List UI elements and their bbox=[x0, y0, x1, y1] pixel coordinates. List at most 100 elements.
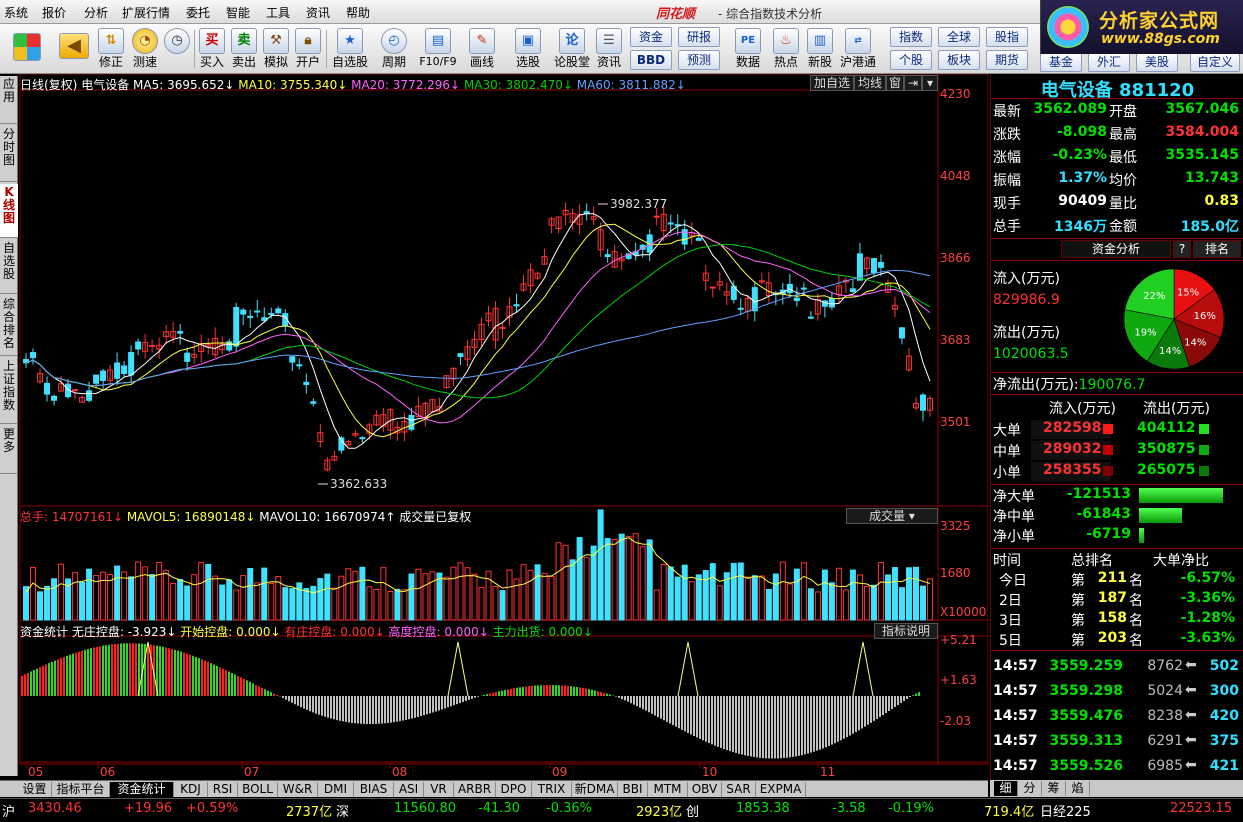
news-button[interactable]: ☰ 资讯 bbox=[594, 27, 624, 71]
quote-label: 均价 bbox=[1109, 173, 1137, 189]
flow-label: 大单 bbox=[993, 423, 1021, 439]
index-button[interactable]: 指数 bbox=[890, 27, 932, 47]
volume-bar bbox=[800, 562, 807, 621]
indicator-tab[interactable]: TRIX bbox=[532, 782, 572, 797]
indicator-tab[interactable]: EXPMA bbox=[756, 782, 806, 797]
futures-button[interactable]: 期货 bbox=[986, 50, 1028, 70]
menu-analysis[interactable]: 分析 bbox=[84, 4, 108, 21]
ma-toggle-button[interactable]: 均线 bbox=[854, 75, 886, 91]
panel-tab[interactable]: 焰 bbox=[1066, 781, 1090, 796]
candle-body bbox=[870, 258, 877, 274]
us-stocks-button[interactable]: 美股 bbox=[1136, 52, 1178, 72]
menu-smart[interactable]: 智能 bbox=[226, 4, 250, 21]
open-account-button[interactable]: 🔒︎ 开户 bbox=[294, 27, 322, 71]
tab-watchlist[interactable]: 自选股 bbox=[0, 240, 18, 294]
back-arrow-icon: ◀ bbox=[59, 33, 89, 59]
indicator-tab[interactable]: BOLL bbox=[238, 782, 278, 797]
hk-connect-icon: ⇄ bbox=[845, 28, 871, 54]
custom-button[interactable]: 自定义 bbox=[1190, 52, 1240, 72]
tab-apps[interactable]: 应用 bbox=[0, 76, 18, 124]
indicator-tab[interactable]: W&R bbox=[278, 782, 318, 797]
draw-line-button[interactable]: ✎ 画线 bbox=[462, 27, 502, 71]
header-dropdown-icon[interactable]: ▾ bbox=[922, 75, 938, 91]
price-tick-label: 4048 bbox=[940, 169, 971, 183]
window-button[interactable]: 窗 bbox=[886, 75, 904, 91]
menu-system[interactable]: 系统 bbox=[4, 4, 28, 21]
buy-button[interactable]: 买 买入 bbox=[198, 27, 226, 71]
indicator-tab[interactable]: DPO bbox=[496, 782, 532, 797]
indicator-tab[interactable]: MTM bbox=[648, 782, 688, 797]
menu-order[interactable]: 委托 bbox=[186, 4, 210, 21]
indicator-tab[interactable]: 资金统计 bbox=[110, 782, 174, 797]
back-button[interactable]: ◀ bbox=[56, 27, 92, 71]
indicator-tab[interactable]: DMI bbox=[318, 782, 354, 797]
forex-button[interactable]: 外汇 bbox=[1088, 52, 1130, 72]
volume-bar bbox=[555, 542, 562, 621]
single-stock-button[interactable]: 个股 bbox=[890, 50, 932, 70]
hotspot-button[interactable]: ♨ 热点 bbox=[768, 27, 804, 71]
pie-label: 14% bbox=[1159, 346, 1181, 357]
indicator-tab[interactable]: 新DMA bbox=[572, 782, 618, 797]
menu-quote[interactable]: 报价 bbox=[42, 4, 66, 21]
period-button[interactable]: ◴ 周期 bbox=[374, 27, 414, 71]
indicator-tab[interactable]: 指标平台 bbox=[52, 782, 110, 797]
f10-button[interactable]: ▤ F10/F9 bbox=[418, 27, 458, 71]
indicator-tab[interactable]: VR bbox=[424, 782, 454, 797]
global-button[interactable]: 全球 bbox=[938, 27, 980, 47]
tab-kline[interactable]: K线图 bbox=[0, 184, 18, 238]
stock-picker-button[interactable]: ▣ 选股 bbox=[508, 27, 548, 71]
indicator-tab[interactable]: RSI bbox=[208, 782, 238, 797]
indicator-tab[interactable]: ASI bbox=[394, 782, 424, 797]
sector-button[interactable]: 板块 bbox=[938, 50, 980, 70]
panel-tab[interactable]: 筹 bbox=[1042, 781, 1066, 796]
add-watchlist-button[interactable]: 加自选 bbox=[810, 75, 854, 91]
tab-more[interactable]: 更多 bbox=[0, 426, 18, 474]
volume-bar bbox=[744, 576, 751, 621]
simulate-button[interactable]: ⚒ 模拟 bbox=[262, 27, 290, 71]
forum-button[interactable]: 论 论股堂 bbox=[552, 27, 592, 71]
indicator-tab[interactable]: SAR bbox=[722, 782, 756, 797]
menu-news[interactable]: 资讯 bbox=[306, 4, 330, 21]
fix-button[interactable]: ⇅ 修正 bbox=[96, 27, 126, 71]
indicator-tab[interactable]: OBV bbox=[688, 782, 722, 797]
fund-analysis-tab[interactable]: 资金分析 bbox=[1061, 240, 1171, 258]
indicator-help-button[interactable]: 指标说明 bbox=[874, 623, 938, 639]
bbd-button[interactable]: BBD bbox=[630, 50, 672, 70]
sz-amount: 2923亿 bbox=[636, 805, 683, 820]
indicator-tab[interactable]: 设置 bbox=[18, 782, 52, 797]
volume-indicator-select[interactable]: 成交量 ▾ bbox=[846, 508, 938, 524]
kline-chart-svg[interactable]: 4230 4048 3866 3683 3501 3325 1680 X10000 +5.21 +… bbox=[18, 74, 988, 780]
speedtest-button[interactable]: ◔ 测速 bbox=[130, 27, 160, 71]
research-button[interactable]: 研报 bbox=[678, 27, 720, 47]
ipo-button[interactable]: ▥ 新股 bbox=[804, 27, 836, 71]
help-button[interactable]: ? bbox=[1173, 240, 1191, 258]
fullscreen-icon[interactable]: ⇥ bbox=[904, 75, 922, 91]
watchlist-button[interactable]: ★ 自选股 bbox=[330, 27, 370, 71]
menu-help[interactable]: 帮助 bbox=[346, 4, 370, 21]
net-label: 净小单 bbox=[993, 529, 1035, 545]
date-tick-label: 09 bbox=[552, 765, 567, 779]
layout-button[interactable] bbox=[10, 27, 44, 71]
fund-button[interactable]: 资金 bbox=[630, 27, 672, 47]
panel-tab[interactable]: 分 bbox=[1018, 781, 1042, 796]
menu-tools[interactable]: 工具 bbox=[266, 4, 290, 21]
indicator-tab[interactable]: BIAS bbox=[354, 782, 394, 797]
indicator-tab[interactable]: ARBR bbox=[454, 782, 496, 797]
rank-button[interactable]: 排名 bbox=[1193, 240, 1241, 258]
tab-sh-index[interactable]: 上证指数 bbox=[0, 358, 18, 424]
data-button[interactable]: PE 数据 bbox=[730, 27, 766, 71]
panel-tab[interactable]: 细 bbox=[994, 781, 1018, 796]
menu-extended[interactable]: 扩展行情 bbox=[122, 4, 170, 21]
tab-ranking[interactable]: 综合排名 bbox=[0, 296, 18, 356]
rank-number: 187 bbox=[1097, 590, 1127, 606]
forecast-button[interactable]: 预测 bbox=[678, 50, 720, 70]
fund-products-button[interactable]: 基金 bbox=[1040, 52, 1082, 72]
clock-button[interactable]: ◷ bbox=[162, 27, 192, 71]
indicator-tab[interactable]: BBI bbox=[618, 782, 648, 797]
quote-value: 0.83 bbox=[1204, 193, 1239, 209]
sell-button[interactable]: 卖 卖出 bbox=[230, 27, 258, 71]
stock-index-button[interactable]: 股指 bbox=[986, 27, 1028, 47]
indicator-tab[interactable]: KDJ bbox=[174, 782, 208, 797]
tab-intraday[interactable]: 分时图 bbox=[0, 126, 18, 182]
hk-connect-button[interactable]: ⇄ 沪港通 bbox=[838, 27, 878, 71]
